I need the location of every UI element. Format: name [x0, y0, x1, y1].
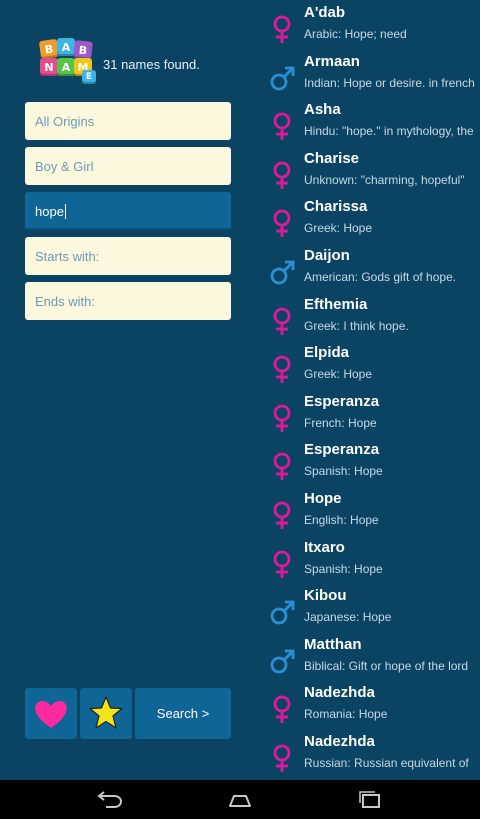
name-title: Matthan: [304, 635, 362, 653]
name-description: Unknown: "charming, hopeful": [304, 172, 465, 187]
name-description: Spanish: Hope: [304, 464, 383, 479]
ends-with-field[interactable]: Ends with:: [25, 282, 231, 320]
back-icon[interactable]: [94, 788, 126, 810]
name-description: Japanese: Hope: [304, 610, 392, 625]
list-item[interactable]: Esperanza Spanish: Hope: [262, 441, 480, 489]
name-description: Arabic: Hope; need: [304, 27, 407, 41]
name-title: Esperanza: [304, 441, 380, 459]
name-title: A'dab: [304, 4, 346, 21]
name-title: Nadezhda: [304, 684, 375, 702]
list-item[interactable]: Charise Unknown: "charming, hopeful": [262, 150, 480, 198]
male-icon: [268, 63, 296, 93]
results-count: 31 names found.: [103, 57, 200, 72]
search-input[interactable]: hope: [25, 192, 231, 230]
favorites-button[interactable]: [25, 688, 77, 739]
list-item[interactable]: Hope English: Hope: [262, 490, 480, 538]
baby-name-logo: B A B N A M E: [38, 38, 96, 86]
list-item[interactable]: A'dab Arabic: Hope; need: [262, 4, 480, 52]
list-item[interactable]: Efthemia Greek: I think hope.: [262, 296, 480, 344]
starts-with-field[interactable]: Starts with:: [25, 237, 231, 275]
search-panel: B A B N A M E 31 names found. All Origin…: [0, 0, 260, 780]
starred-button[interactable]: [80, 688, 132, 739]
name-title: Nadezhda: [304, 733, 375, 750]
name-description: Romania: Hope: [304, 707, 388, 722]
list-item[interactable]: Armaan Indian: Hope or desire. in french: [262, 53, 480, 101]
name-description: Greek: Hope: [304, 221, 373, 236]
male-icon: [268, 257, 296, 287]
recent-apps-icon[interactable]: [354, 788, 386, 810]
name-description: English: Hope: [304, 513, 379, 527]
name-title: Armaan: [304, 52, 360, 70]
name-title: Hope: [304, 490, 342, 507]
name-title: Esperanza: [304, 392, 380, 410]
name-description: Greek: Hope: [304, 367, 373, 382]
search-input-value: hope: [35, 204, 64, 219]
name-title: Daijon: [304, 247, 350, 264]
female-icon: [268, 694, 296, 724]
list-item[interactable]: Matthan Biblical: Gift or hope of the lor…: [262, 636, 480, 684]
name-description: Hindu: "hope." in mythology, the: [304, 124, 474, 139]
female-icon: [268, 451, 296, 481]
name-title: Charise: [304, 149, 360, 167]
name-description: Biblical: Gift or hope of the lord: [304, 658, 469, 673]
name-title: Kibou: [304, 587, 347, 605]
name-description: French: Hope: [304, 415, 377, 430]
name-title: Elpida: [304, 344, 350, 362]
name-description: American: Gods gift of hope.: [304, 270, 457, 284]
list-item[interactable]: Elpida Greek: Hope: [262, 344, 480, 392]
female-icon: [268, 14, 296, 44]
female-icon: [268, 549, 296, 579]
female-icon: [268, 111, 296, 141]
list-item[interactable]: Daijon American: Gods gift of hope.: [262, 247, 480, 295]
female-icon: [268, 743, 296, 773]
list-item[interactable]: Charissa Greek: Hope: [262, 198, 480, 246]
male-icon: [268, 597, 296, 627]
female-icon: [268, 160, 296, 190]
list-item[interactable]: Itxaro Spanish: Hope: [262, 539, 480, 587]
gender-select[interactable]: Boy & Girl: [25, 147, 231, 185]
female-icon: [268, 403, 296, 433]
list-item[interactable]: Esperanza French: Hope: [262, 393, 480, 441]
female-icon: [268, 500, 296, 530]
female-icon: [268, 306, 296, 336]
list-item[interactable]: Nadezhda Russian: Russian equivalent of: [262, 733, 480, 780]
name-description: Spanish: Hope: [304, 561, 383, 576]
heart-icon: [35, 701, 67, 728]
origin-select[interactable]: All Origins: [25, 102, 231, 140]
results-list: A'dab Arabic: Hope; need Armaan Indian: Hop…: [262, 0, 480, 780]
app-window: B A B N A M E 31 names found. All Origin…: [0, 0, 480, 780]
male-icon: [268, 646, 296, 676]
female-icon: [268, 208, 296, 238]
list-item[interactable]: Kibou Japanese: Hope: [262, 587, 480, 635]
name-title: Itxaro: [304, 538, 345, 556]
star-icon: [89, 696, 123, 729]
name-title: Charissa: [304, 198, 368, 216]
system-nav-bar: [0, 780, 480, 819]
search-button[interactable]: Search >: [135, 688, 231, 739]
female-icon: [268, 354, 296, 384]
list-item[interactable]: Nadezhda Romania: Hope: [262, 684, 480, 732]
name-description: Indian: Hope or desire. in french: [304, 75, 475, 90]
name-description: Russian: Russian equivalent of: [304, 756, 469, 770]
list-item[interactable]: Asha Hindu: "hope." in mythology, the: [262, 101, 480, 149]
home-icon[interactable]: [224, 788, 256, 810]
name-title: Efthemia: [304, 295, 368, 313]
name-description: Greek: I think hope.: [304, 318, 409, 333]
name-title: Asha: [304, 101, 341, 119]
text-cursor: [64, 204, 66, 219]
